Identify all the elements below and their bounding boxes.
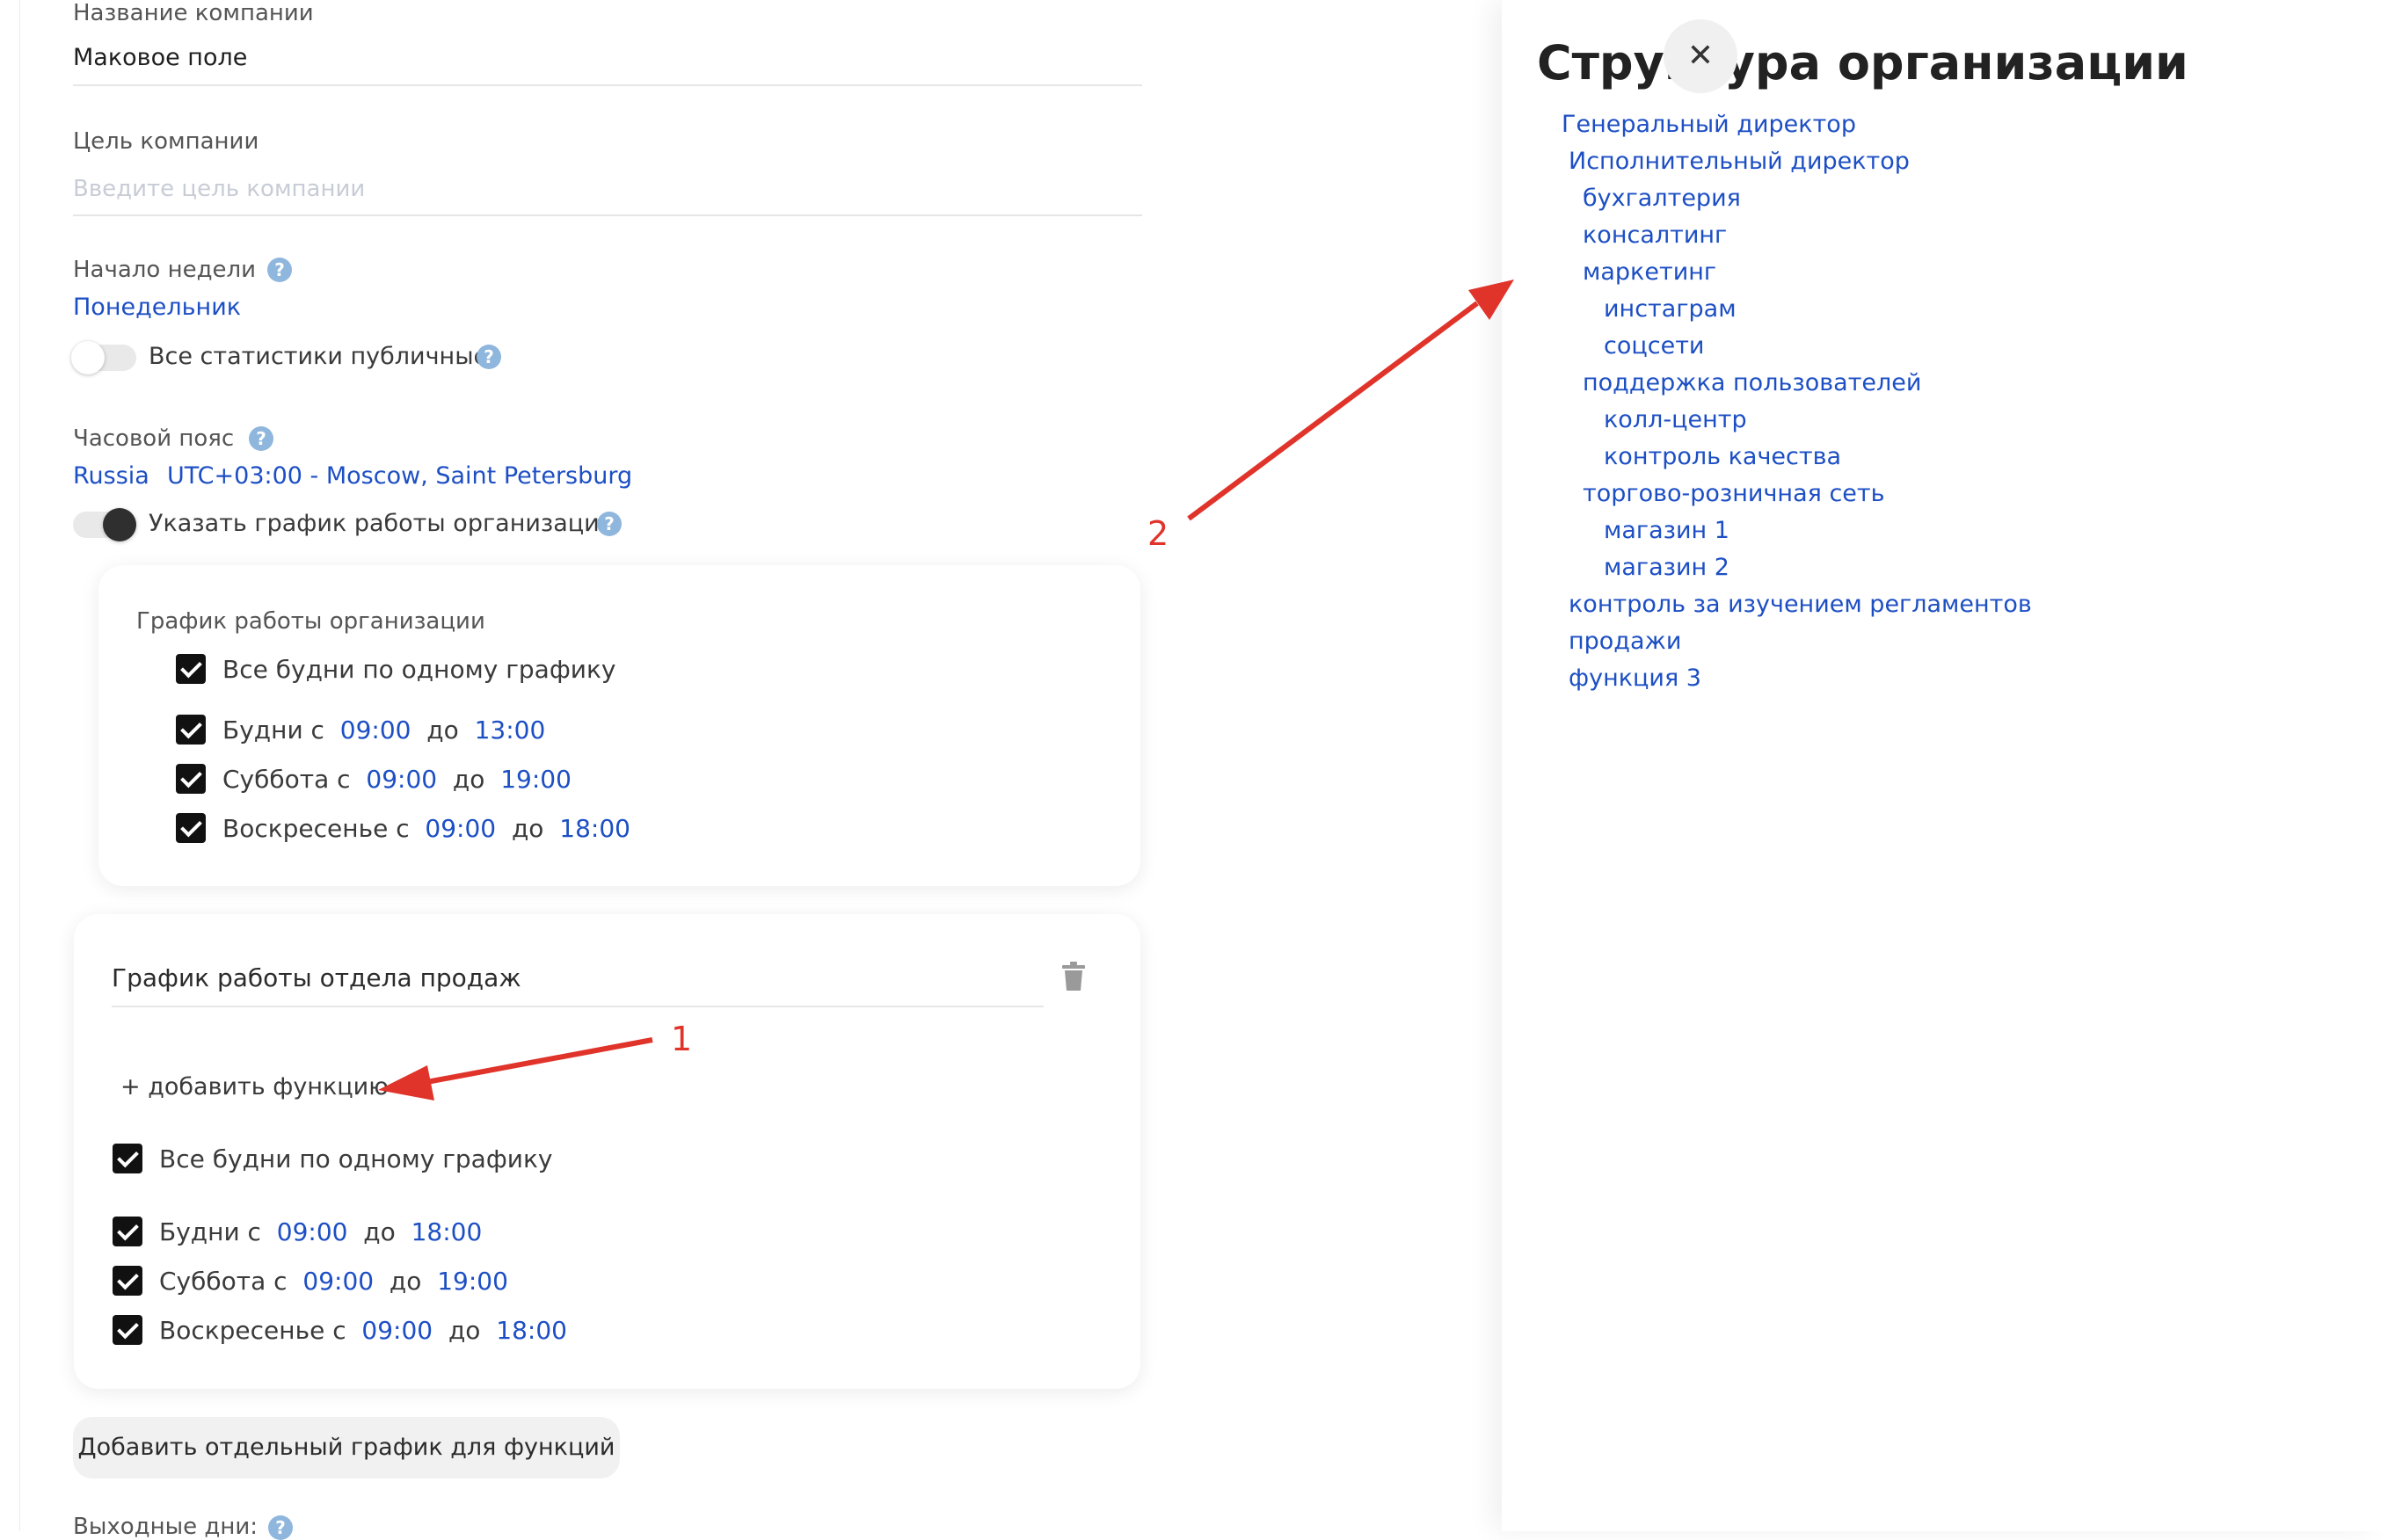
annotation-arrow-1	[378, 1037, 653, 1101]
annotation-label-2: 2	[1147, 514, 1169, 553]
annotation-label-1: 1	[671, 1020, 693, 1058]
annotation-arrows	[378, 280, 1514, 1101]
annotation-arrow-2	[1187, 280, 1514, 521]
